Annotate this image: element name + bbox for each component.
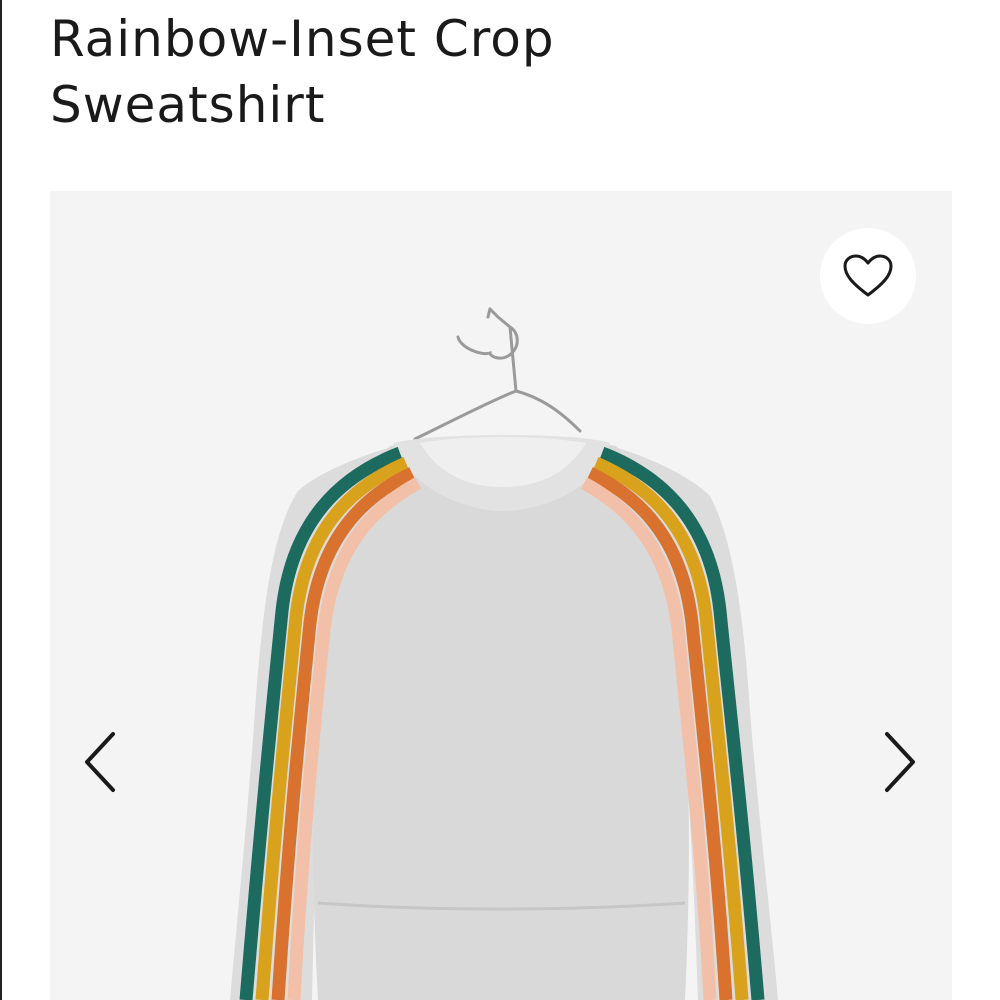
- next-image-button[interactable]: [875, 722, 925, 802]
- chevron-right-icon: [885, 732, 915, 792]
- previous-image-button[interactable]: [75, 722, 125, 802]
- product-title-line-1: Rainbow-Inset Crop: [50, 10, 555, 68]
- favorite-button[interactable]: [820, 228, 916, 324]
- hanger: [413, 307, 582, 441]
- page-left-border: [0, 0, 2, 1000]
- product-title-line-2: Sweatshirt: [50, 76, 326, 134]
- product-image-gallery[interactable]: [50, 191, 952, 1000]
- heart-outline-icon: [843, 254, 893, 297]
- product-image[interactable]: [50, 191, 952, 1000]
- chevron-left-icon: [85, 732, 115, 792]
- product-title: Rainbow-Inset Crop Sweatshirt: [50, 6, 950, 138]
